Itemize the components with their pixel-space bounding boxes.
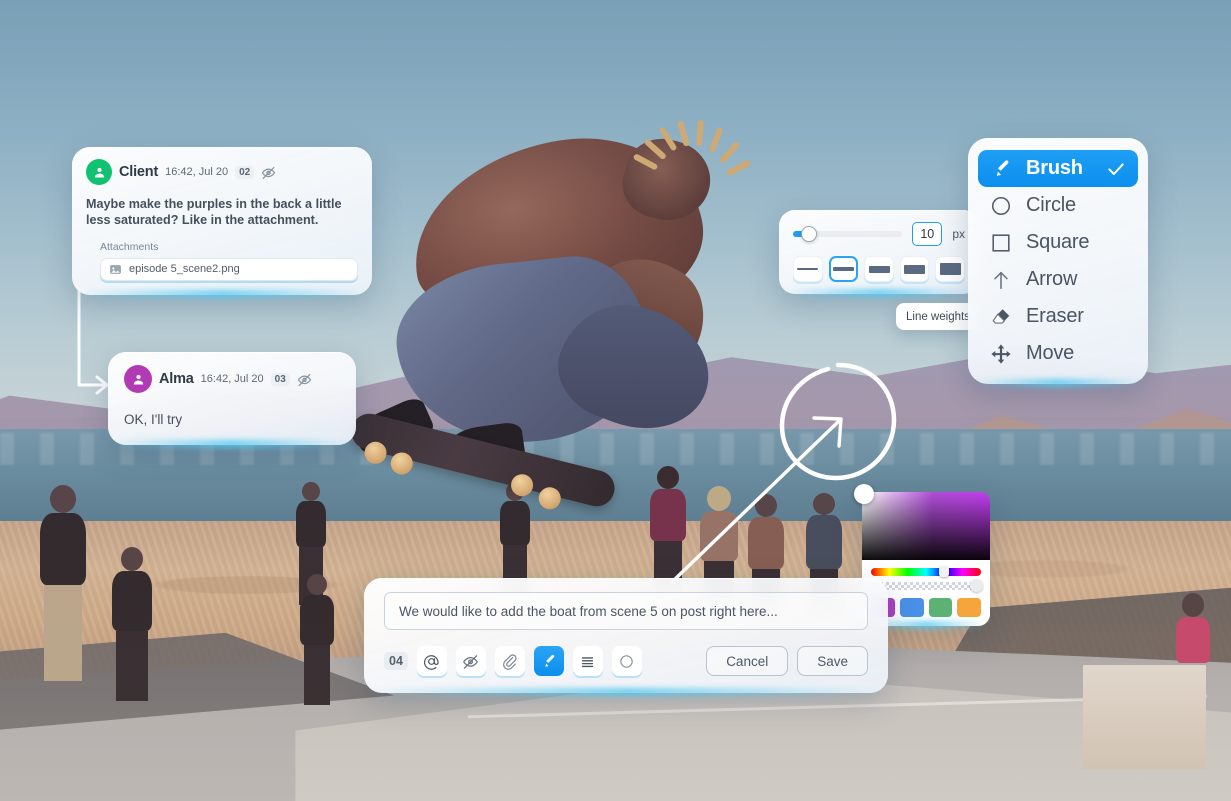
person-silhouette [112, 547, 152, 701]
comment-composer[interactable]: We would like to add the boat from scene… [364, 578, 888, 693]
comment-card-client[interactable]: Client 16:42, Jul 20 02 Maybe make the p… [72, 147, 372, 295]
skateboarder-subject [347, 112, 772, 532]
weight-preset-3[interactable] [864, 256, 894, 282]
slider-knob[interactable] [801, 226, 817, 242]
app-canvas: Client 16:42, Jul 20 02 Maybe make the p… [0, 0, 1231, 801]
weight-slider-row: 10 px [793, 222, 965, 246]
save-button[interactable]: Save [797, 646, 868, 676]
weight-value-input[interactable]: 10 [912, 222, 943, 246]
weight-presets [793, 256, 966, 282]
brush-icon [990, 158, 1012, 180]
comment-author: Alma [159, 371, 194, 387]
hide-button[interactable] [455, 646, 486, 676]
comment-badge: 03 [270, 372, 290, 386]
attachment-item[interactable]: episode 5_scene2.png [100, 257, 358, 281]
skater-hair [632, 118, 752, 177]
skateboard-wheel [362, 439, 389, 467]
eraser-icon [990, 306, 1012, 328]
attachments-section: Attachments episode 5_scene2.png [86, 241, 358, 281]
tool-item-eraser[interactable]: Eraser [978, 298, 1138, 335]
weight-preset-5[interactable] [935, 256, 966, 282]
comment-author: Client [119, 164, 159, 180]
square-icon [990, 232, 1012, 254]
tool-label-circle: Circle [1026, 194, 1076, 216]
tool-label-eraser: Eraser [1026, 305, 1084, 327]
check-icon [1106, 159, 1126, 179]
tool-item-arrow[interactable]: Arrow [978, 261, 1138, 298]
comment-header: Alma 16:42, Jul 20 03 [124, 365, 340, 393]
comment-input[interactable]: We would like to add the boat from scene… [384, 592, 868, 630]
comment-text: Maybe make the purples in the back a lit… [86, 197, 342, 228]
comment-timestamp: 16:42, Jul 20 [200, 373, 264, 385]
image-file-icon [109, 263, 122, 276]
weight-preset-2[interactable] [828, 256, 859, 282]
attachment-name: episode 5_scene2.png [129, 263, 240, 276]
circle-icon [990, 195, 1012, 217]
tool-label-arrow: Arrow [1026, 268, 1078, 290]
comment-badge: 02 [235, 165, 255, 179]
person-silhouette [1176, 593, 1210, 663]
composer-toolbar: 04 Cancel Save [384, 646, 868, 676]
comment-timestamp: 16:42, Jul 20 [165, 166, 229, 178]
skateboard-wheel [508, 471, 536, 499]
eye-off-icon[interactable] [297, 372, 312, 387]
tool-item-move[interactable]: Move [978, 335, 1138, 372]
tool-label-brush: Brush [1026, 157, 1083, 179]
eye-off-icon[interactable] [261, 165, 276, 180]
comment-text: OK, I'll try [124, 412, 183, 427]
hue-slider[interactable] [871, 566, 981, 577]
attach-button[interactable] [494, 646, 525, 676]
weights-button[interactable] [572, 646, 603, 676]
alpha-slider-knob[interactable] [970, 579, 983, 592]
user-avatar-icon [86, 159, 112, 185]
move-icon [990, 343, 1012, 365]
color-swatch-orange[interactable] [957, 598, 981, 617]
color-picker-knob[interactable] [854, 484, 874, 504]
mention-button[interactable] [416, 646, 447, 676]
tool-label-square: Square [1026, 231, 1090, 253]
weight-preset-1[interactable] [793, 256, 823, 282]
color-button[interactable] [611, 646, 642, 676]
attachments-label: Attachments [100, 240, 159, 253]
line-weights-panel[interactable]: 10 px [779, 210, 979, 294]
weight-unit-label: px [952, 227, 965, 241]
saturation-value-area[interactable] [854, 484, 990, 560]
hue-slider-knob[interactable] [939, 566, 950, 577]
tool-label-move: Move [1026, 342, 1075, 364]
alpha-slider[interactable] [871, 579, 983, 592]
tool-item-brush[interactable]: Brush [978, 150, 1138, 187]
weight-preset-4[interactable] [899, 256, 930, 282]
comment-count-badge: 04 [384, 652, 408, 670]
weight-slider[interactable] [793, 226, 903, 242]
user-avatar-icon [124, 365, 152, 393]
skateboard-wheel [536, 484, 564, 512]
color-swatch-blue[interactable] [899, 598, 924, 617]
color-swatch-green[interactable] [928, 598, 953, 617]
person-silhouette [300, 574, 334, 705]
arrow-up-icon [990, 269, 1012, 291]
tool-item-circle[interactable]: Circle [978, 187, 1138, 224]
cancel-button[interactable]: Cancel [706, 646, 789, 676]
skateboard-wheel [388, 450, 416, 477]
comment-header: Client 16:42, Jul 20 02 [86, 159, 358, 185]
person-silhouette [40, 485, 86, 681]
tool-item-square[interactable]: Square [978, 224, 1138, 261]
tool-menu[interactable]: Brush Circle Square Arrow Eraser Move [968, 138, 1148, 384]
comment-card-alma[interactable]: Alma 16:42, Jul 20 03 OK, I'll try [108, 352, 356, 445]
brush-button[interactable] [533, 646, 564, 676]
